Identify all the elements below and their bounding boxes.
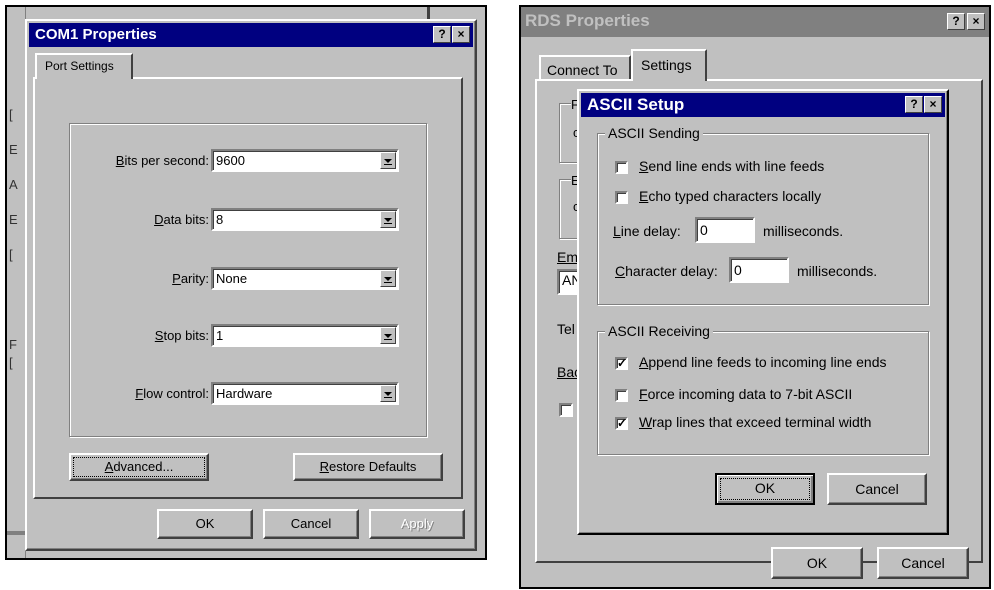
com1-properties-dialog: COM1 Properties ? × Port Settings Bits p… [25,19,477,551]
tab-port-settings[interactable]: Port Settings [35,53,133,79]
parity-row: Parity: None [35,267,435,291]
line-delay-unit: milliseconds. [763,223,844,239]
chevron-down-icon[interactable] [380,211,396,228]
background-fragment: [ [9,247,13,262]
window-title: COM1 Properties [35,26,157,43]
stop-bits-select[interactable]: 1 [211,324,399,347]
append-line-feeds-checkbox[interactable]: ✓ [615,357,628,370]
background-fragment: E [9,212,18,227]
cancel-button[interactable]: Cancel [877,547,969,579]
right-screenshot: RDS Properties ? × Connect To Settings F… [519,5,991,589]
wrap-lines-label[interactable]: Wrap lines that exceed terminal width [639,414,871,430]
chevron-down-icon[interactable] [380,327,396,344]
chevron-down-icon[interactable] [380,385,396,402]
apply-button[interactable]: Apply [369,509,465,539]
ok-button[interactable]: OK [771,547,863,579]
tab-label: Port Settings [45,59,114,73]
tab-panel: Bits per second: 9600 Data bits: 8 Parit… [33,77,463,499]
background-checkbox [559,403,573,417]
append-line-feeds-label[interactable]: Append line feeds to incoming line ends [639,354,887,370]
title-bar[interactable]: ASCII Setup ? × [581,93,945,117]
background-fragment: A [9,177,18,192]
send-line-ends-label[interactable]: Send line ends with line feeds [639,158,824,174]
help-button[interactable]: ? [433,26,451,43]
background-fragment: Em [557,249,578,265]
line-delay-label: Line delay: [613,223,681,239]
force-7bit-checkbox[interactable] [615,389,628,402]
character-delay-unit: milliseconds. [797,263,878,279]
ascii-sending-title: ASCII Sending [605,125,703,141]
advanced-button[interactable]: Advanced... [69,453,209,481]
background-fragment: E [9,142,18,157]
window-title: RDS Properties [525,11,650,30]
ok-button[interactable]: OK [715,473,815,505]
ascii-setup-dialog: ASCII Setup ? × ASCII Sending Send line … [577,89,949,535]
background-fragment: Tel [557,321,575,337]
bits-per-second-row: Bits per second: 9600 [35,149,435,173]
data-bits-row: Data bits: 8 [35,208,435,232]
background-fragment: [ [9,355,13,370]
title-bar[interactable]: RDS Properties ? × [521,7,989,37]
bits-per-second-label: Bits per second: [115,153,209,168]
tab-label: Connect To [547,62,618,78]
force-7bit-label[interactable]: Force incoming data to 7-bit ASCII [639,386,852,402]
flow-control-row: Flow control: Hardware [35,382,435,406]
background-fragment: [ [9,107,13,122]
data-bits-select[interactable]: 8 [211,208,399,231]
wrap-lines-checkbox[interactable]: ✓ [615,417,628,430]
flow-control-label: Flow control: [135,386,209,401]
parity-select[interactable]: None [211,267,399,290]
background-window-edge [7,7,26,558]
send-line-ends-checkbox[interactable] [615,161,628,174]
close-button[interactable]: × [924,96,942,113]
help-button[interactable]: ? [905,96,923,113]
bits-per-second-select[interactable]: 9600 [211,149,399,172]
close-button[interactable]: × [967,13,985,30]
chevron-down-icon[interactable] [380,152,396,169]
close-button[interactable]: × [452,26,470,43]
cancel-button[interactable]: Cancel [263,509,359,539]
left-screenshot: [ E A E [ F [ COM1 Properties ? × Port S… [5,5,487,560]
background-fragment: F [9,337,17,352]
flow-control-select[interactable]: Hardware [211,382,399,405]
background-window-edge [7,531,25,535]
tab-connect-to[interactable]: Connect To [539,55,631,81]
character-delay-label: Character delay: [615,263,718,279]
chevron-down-icon[interactable] [380,270,396,287]
tab-settings[interactable]: Settings [631,49,707,81]
parity-label: Parity: [172,271,209,286]
restore-defaults-button[interactable]: Restore Defaults [293,453,443,481]
cancel-button[interactable]: Cancel [827,473,927,505]
character-delay-input[interactable]: 0 [729,257,789,283]
ascii-receiving-title: ASCII Receiving [605,323,713,339]
tab-label: Settings [641,57,692,73]
data-bits-label: Data bits: [154,212,209,227]
echo-typed-label[interactable]: Echo typed characters locally [639,188,821,204]
echo-typed-checkbox[interactable] [615,191,628,204]
stop-bits-label: Stop bits: [154,328,209,343]
stop-bits-row: Stop bits: 1 [35,324,435,348]
line-delay-input[interactable]: 0 [695,217,755,243]
help-button[interactable]: ? [947,13,965,30]
title-bar[interactable]: COM1 Properties ? × [29,23,473,47]
window-title: ASCII Setup [587,95,685,114]
ok-button[interactable]: OK [157,509,253,539]
